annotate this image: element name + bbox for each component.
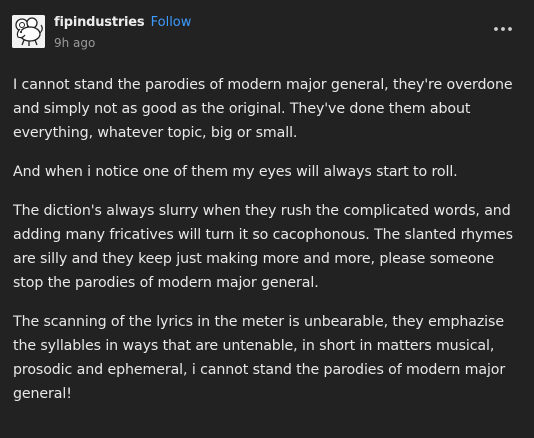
post-paragraph: I cannot stand the parodies of modern ma… bbox=[13, 77, 513, 141]
blog-name-link[interactable]: fipindustries bbox=[54, 15, 145, 30]
mouse-avatar-icon bbox=[12, 15, 45, 48]
follow-button[interactable]: Follow bbox=[151, 15, 192, 30]
post-paragraph: And when i notice one of them my eyes wi… bbox=[13, 164, 458, 180]
post-paragraph: The diction's always slurry when they ru… bbox=[13, 203, 513, 291]
post-paragraph: The scanning of the lyrics in the meter … bbox=[13, 314, 506, 402]
post-header: fipindustries Follow 9h ago bbox=[12, 14, 522, 50]
more-options-button[interactable] bbox=[490, 16, 516, 42]
name-line: fipindustries Follow bbox=[54, 14, 191, 32]
post-timestamp[interactable]: 9h ago bbox=[54, 34, 191, 52]
ellipsis-horizontal-icon bbox=[494, 27, 512, 31]
post-body: I cannot stand the parodies of modern ma… bbox=[13, 73, 523, 421]
header-text: fipindustries Follow 9h ago bbox=[54, 14, 191, 52]
post-card: fipindustries Follow 9h ago I cannot sta… bbox=[0, 0, 534, 438]
avatar[interactable] bbox=[12, 15, 45, 48]
